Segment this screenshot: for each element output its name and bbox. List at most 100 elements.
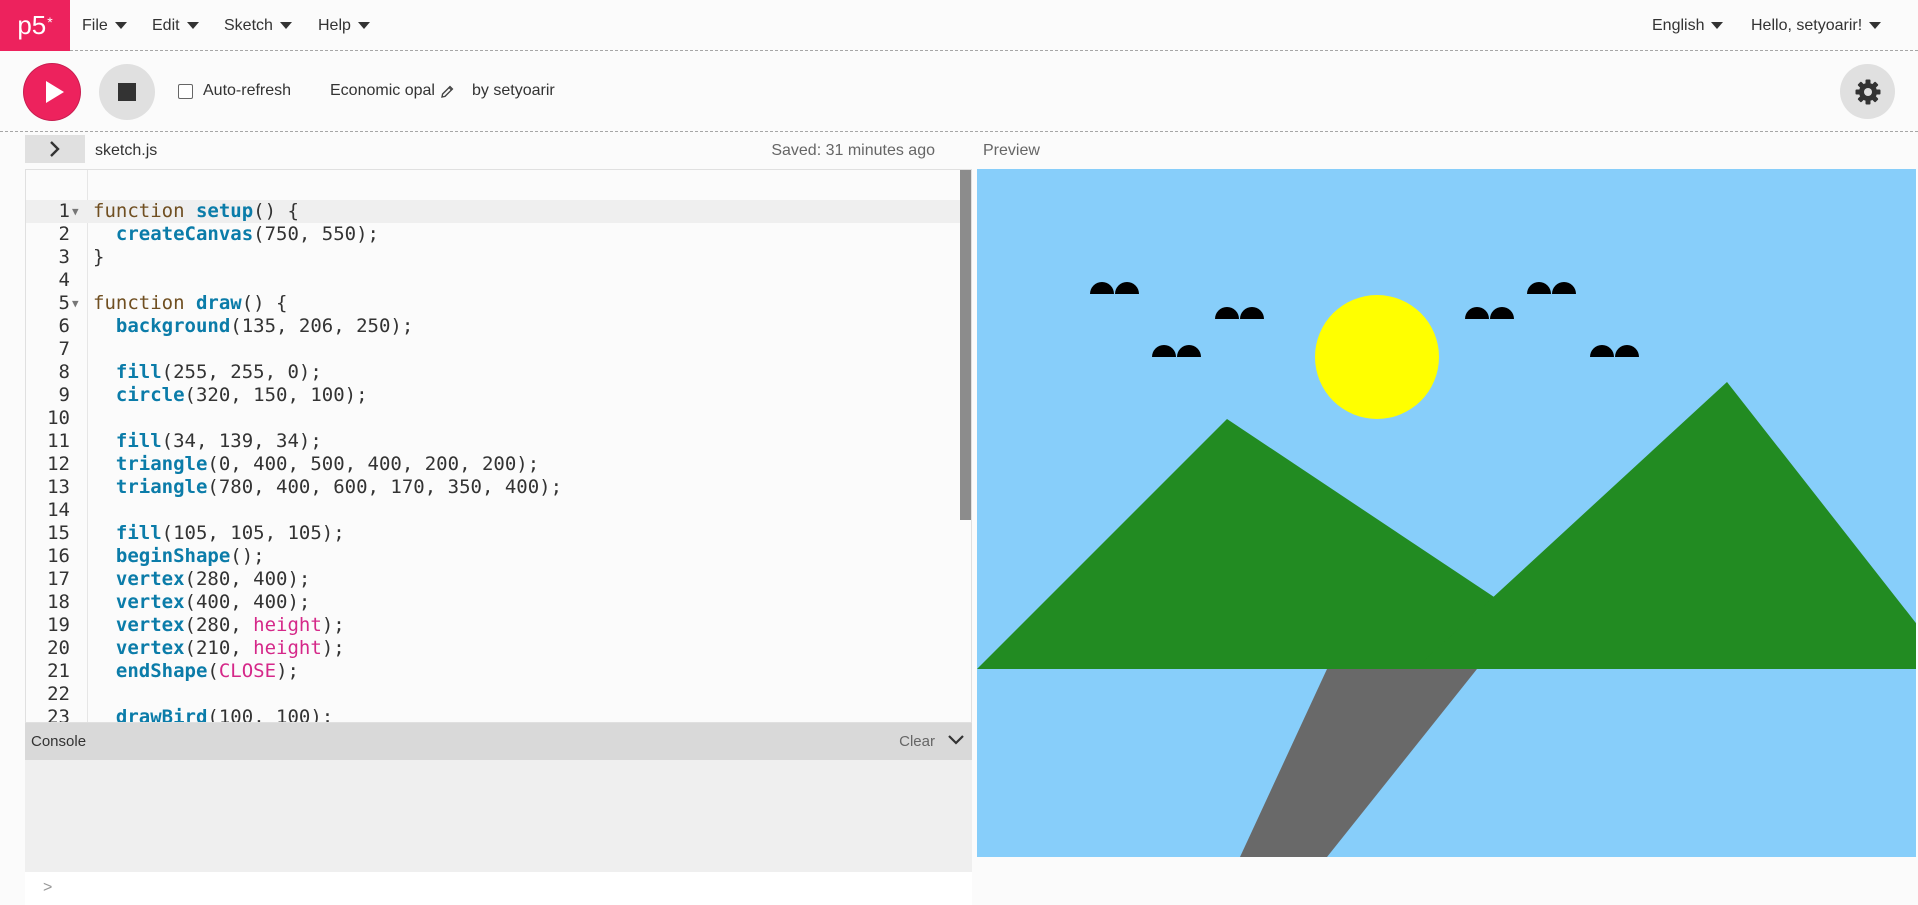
console-title: Console <box>31 733 87 750</box>
code-text: endShape(CLOSE); <box>115 660 299 682</box>
line-number: 15 <box>47 522 70 544</box>
code-text: fill(34, 139, 34); <box>115 430 322 452</box>
line-number: 22 <box>47 683 70 705</box>
fold-icon[interactable]: ▼ <box>72 200 79 223</box>
auto-refresh-checkbox[interactable] <box>178 83 193 99</box>
console-header: Console Clear <box>25 723 972 760</box>
code-line[interactable]: 22 <box>26 683 961 706</box>
settings-button[interactable] <box>1840 64 1895 119</box>
caret-down-icon <box>279 22 292 29</box>
chevron-down-icon[interactable] <box>946 730 966 750</box>
sketch-owner: by setyoarir <box>472 82 555 99</box>
sketch-name-label: Economic opal <box>330 82 435 99</box>
language-menu[interactable]: English <box>1652 0 1724 51</box>
code-text: background(135, 206, 250); <box>115 315 414 337</box>
menu-sketch-label: Sketch <box>224 16 273 34</box>
caret-down-icon <box>186 22 199 29</box>
gear-icon <box>1855 79 1880 104</box>
menu-edit-label: Edit <box>152 16 180 34</box>
line-number: 9 <box>58 384 70 406</box>
file-tab[interactable]: sketch.js <box>95 142 157 160</box>
code-line[interactable]: 10 <box>26 407 961 430</box>
language-label: English <box>1652 16 1705 34</box>
menu-help[interactable]: Help <box>318 0 370 51</box>
code-text: vertex(210, height); <box>115 637 345 659</box>
chevron-right-icon <box>50 141 60 157</box>
code-text: drawBird(100, 100); <box>115 706 334 723</box>
line-number: 10 <box>47 407 70 429</box>
code-line[interactable]: 19 vertex(280, height); <box>26 614 961 637</box>
preview-label: Preview <box>983 142 1040 159</box>
code-text: triangle(0, 400, 500, 400, 200, 200); <box>115 453 540 475</box>
line-number: 5 <box>58 292 70 314</box>
sketch-name[interactable]: Economic opal <box>330 82 454 100</box>
code-line[interactable]: 7 <box>26 338 961 361</box>
code-text: fill(255, 255, 0); <box>115 361 322 383</box>
code-line[interactable]: 17 vertex(280, 400); <box>26 568 961 591</box>
console-output <box>25 760 972 872</box>
line-number: 8 <box>58 361 70 383</box>
code-line[interactable]: 13 triangle(780, 400, 600, 170, 350, 400… <box>26 476 961 499</box>
console-prompt-icon: > <box>43 879 53 896</box>
code-text: } <box>93 246 105 268</box>
code-line[interactable]: 3} <box>26 246 961 269</box>
saved-status: Saved: 31 minutes ago <box>771 142 935 159</box>
toolbar: Auto-refresh Economic opal by setyoarir <box>0 51 1918 132</box>
line-number: 21 <box>47 660 70 682</box>
code-line[interactable]: 9 circle(320, 150, 100); <box>26 384 961 407</box>
line-number: 14 <box>47 499 70 521</box>
line-number: 13 <box>47 476 70 498</box>
pencil-icon[interactable] <box>441 85 454 98</box>
sidebar-toggle-button[interactable] <box>25 135 85 163</box>
sun <box>1315 295 1439 419</box>
menu-edit[interactable]: Edit <box>152 0 199 51</box>
code-line[interactable]: 11 fill(34, 139, 34); <box>26 430 961 453</box>
code-editor[interactable]: 1 ▼ function setup() { 2 createCanvas(750,… <box>25 169 972 723</box>
line-number: 20 <box>47 637 70 659</box>
code-lines[interactable]: 1 ▼ function setup() { 2 createCanvas(750,… <box>26 200 961 723</box>
code-line[interactable]: 20 vertex(210, height); <box>26 637 961 660</box>
fold-icon[interactable]: ▼ <box>72 292 79 315</box>
user-greeting: Hello, setyoarir! <box>1751 16 1863 34</box>
stop-button[interactable] <box>99 64 155 120</box>
editor-header: sketch.js Saved: 31 minutes ago <box>25 133 972 169</box>
line-number: 12 <box>47 453 70 475</box>
auto-refresh-label: Auto-refresh <box>203 82 292 99</box>
line-number: 18 <box>47 591 70 613</box>
p5-logo[interactable]: p5 * <box>0 0 70 51</box>
line-number: 6 <box>58 315 70 337</box>
code-line[interactable]: 15 fill(105, 105, 105); <box>26 522 961 545</box>
line-number: 4 <box>58 269 70 291</box>
code-line[interactable]: 1 ▼ function setup() { <box>26 200 961 223</box>
menu-help-label: Help <box>318 16 351 34</box>
code-text: vertex(280, 400); <box>115 568 311 590</box>
code-line[interactable]: 8 fill(255, 255, 0); <box>26 361 961 384</box>
line-number: 23 <box>47 706 70 723</box>
caret-down-icon <box>114 22 127 29</box>
code-line[interactable]: 4 <box>26 269 961 292</box>
menu-sketch[interactable]: Sketch <box>224 0 292 51</box>
code-line[interactable]: 16 beginShape(); <box>26 545 961 568</box>
editor-scrollbar[interactable] <box>960 170 971 520</box>
code-line[interactable]: 14 <box>26 499 961 522</box>
menu-file[interactable]: File <box>82 0 127 51</box>
code-text: createCanvas(750, 550); <box>115 223 380 245</box>
user-menu[interactable]: Hello, setyoarir! <box>1751 0 1882 51</box>
code-text: fill(105, 105, 105); <box>115 522 345 544</box>
line-number: 16 <box>47 545 70 567</box>
code-line[interactable]: 12 triangle(0, 400, 500, 400, 200, 200); <box>26 453 961 476</box>
console-clear-button[interactable]: Clear <box>899 733 935 750</box>
code-line[interactable]: 5 ▼ function draw() { <box>26 292 961 315</box>
code-text: vertex(280, height); <box>115 614 345 636</box>
play-button[interactable] <box>24 64 80 120</box>
preview-canvas[interactable] <box>977 169 1916 857</box>
code-line[interactable]: 18 vertex(400, 400); <box>26 591 961 614</box>
code-line[interactable]: 21 endShape(CLOSE); <box>26 660 961 683</box>
auto-refresh-toggle[interactable]: Auto-refresh <box>178 82 291 100</box>
line-number: 2 <box>58 223 70 245</box>
code-text: function setup() { <box>93 200 299 222</box>
code-line[interactable]: 6 background(135, 206, 250); <box>26 315 961 338</box>
code-line[interactable]: 2 createCanvas(750, 550); <box>26 223 961 246</box>
code-line[interactable]: 23 drawBird(100, 100); <box>26 706 961 723</box>
console-input[interactable]: > <box>25 872 972 905</box>
